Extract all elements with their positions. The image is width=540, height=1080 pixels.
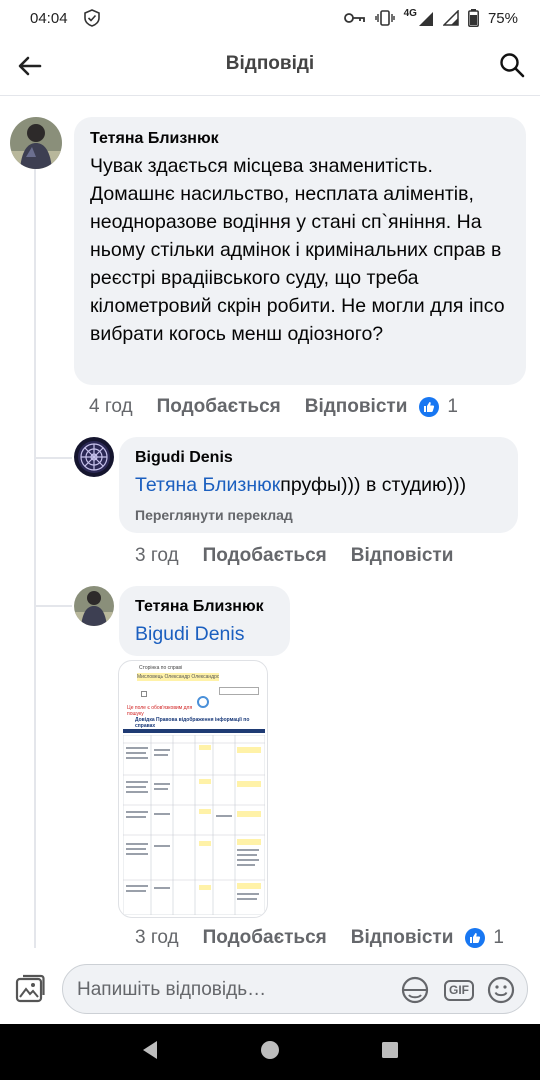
reply-placeholder: Напишіть відповідь… — [77, 979, 267, 1000]
status-bar: 04:04 4G 75% — [0, 0, 540, 36]
like-button[interactable]: Подобається — [203, 927, 327, 949]
mobile-signal-icon: 4G — [404, 9, 434, 27]
comment-text: Чувак здається місцева знаменитість. Дом… — [90, 155, 505, 345]
comment-time: 3 год — [135, 545, 179, 566]
comment-bubble[interactable]: Тетяна Близнюк Bigudi Denis — [119, 586, 290, 656]
reply-composer: Напишіть відповідь… GIF — [0, 960, 540, 1022]
emoji-icon[interactable] — [486, 975, 516, 1005]
nav-recents-icon[interactable] — [380, 1040, 400, 1065]
comment-text: Bigudi Denis — [135, 620, 274, 648]
gif-label: GIF — [444, 979, 474, 1001]
thread-connector — [36, 457, 72, 459]
battery-icon — [468, 9, 479, 27]
comment-actions: 3 год Подобається Відповісти — [135, 545, 453, 567]
attachment-header-bar — [123, 729, 265, 733]
attachment-notice: Це поле є обов'язковим для пошуку — [127, 705, 193, 717]
clock: 04:04 — [30, 9, 68, 27]
attachment-logo — [197, 696, 209, 708]
nav-back-icon[interactable] — [140, 1039, 160, 1066]
avatar[interactable] — [10, 117, 62, 169]
comment-actions: 4 год Подобається Відповісти 1 — [89, 396, 458, 418]
like-button[interactable]: Подобається — [203, 545, 327, 567]
battery-percentage: 75% — [487, 9, 518, 27]
comment-bubble[interactable]: Bigudi Denis Тетяна Близнюкпруфы))) в ст… — [119, 437, 518, 533]
vibrate-icon — [374, 9, 395, 27]
network-type-label: 4G — [403, 8, 417, 19]
sticker-icon[interactable] — [400, 975, 430, 1005]
comment-author[interactable]: Тетяна Близнюк — [135, 598, 274, 616]
reaction-count[interactable]: 1 — [447, 396, 458, 418]
shield-check-icon — [82, 8, 102, 28]
comment-author[interactable]: Bigudi Denis — [135, 449, 502, 467]
comment-text: Тетяна Близнюкпруфы))) в студию))) — [135, 471, 502, 499]
reply-button[interactable]: Відповісти — [305, 396, 408, 418]
nav-home-icon[interactable] — [259, 1039, 281, 1066]
reaction-count[interactable]: 1 — [493, 927, 504, 949]
comment-time: 3 год — [135, 927, 179, 948]
attachment-checkbox — [141, 691, 147, 697]
comment-time: 4 год — [89, 396, 133, 417]
reply-text: пруфы))) в студию))) — [280, 474, 467, 496]
reply-input[interactable]: Напишіть відповідь… GIF — [62, 964, 528, 1014]
attachment-highlighted-name: Мисловець Олександр Олександрович — [137, 673, 219, 681]
reply-button[interactable]: Відповісти — [351, 927, 454, 949]
see-translation-link[interactable]: Переглянути переклад — [135, 507, 502, 523]
page-title: Відповіді — [225, 53, 315, 74]
like-reaction-icon[interactable] — [419, 397, 440, 417]
thread-line — [34, 168, 36, 948]
mention-link[interactable]: Bigudi Denis — [135, 623, 244, 645]
avatar[interactable] — [74, 586, 114, 626]
attachment-table — [123, 735, 265, 915]
reply-button[interactable]: Відповісти — [351, 545, 454, 567]
comment-actions: 3 год Подобається Відповісти 1 — [135, 927, 504, 949]
attachment-table-title: Довідка Правова відображення інформації … — [135, 717, 250, 729]
app-header: Відповіді — [0, 36, 540, 96]
search-icon[interactable] — [496, 49, 528, 81]
gif-icon[interactable]: GIF — [444, 975, 474, 1005]
like-reaction-icon[interactable] — [465, 928, 486, 948]
thread-connector — [36, 605, 72, 607]
wifi-signal-icon — [442, 10, 459, 26]
avatar[interactable] — [74, 437, 114, 477]
photo-icon[interactable] — [14, 973, 46, 1005]
comment-author[interactable]: Тетяна Близнюк — [90, 130, 510, 148]
comment-bubble[interactable]: Тетяна Близнюк Чувак здається місцева зн… — [74, 117, 526, 385]
attached-screenshot[interactable]: Сторінка по справі Мисловець Олександр О… — [118, 660, 268, 918]
attachment-heading: Сторінка по справі — [139, 665, 183, 671]
attachment-captcha-box — [219, 687, 259, 695]
system-nav-bar — [0, 1024, 540, 1080]
like-button[interactable]: Подобається — [157, 396, 281, 418]
mention-link[interactable]: Тетяна Близнюк — [135, 474, 280, 496]
key-icon — [343, 11, 366, 25]
